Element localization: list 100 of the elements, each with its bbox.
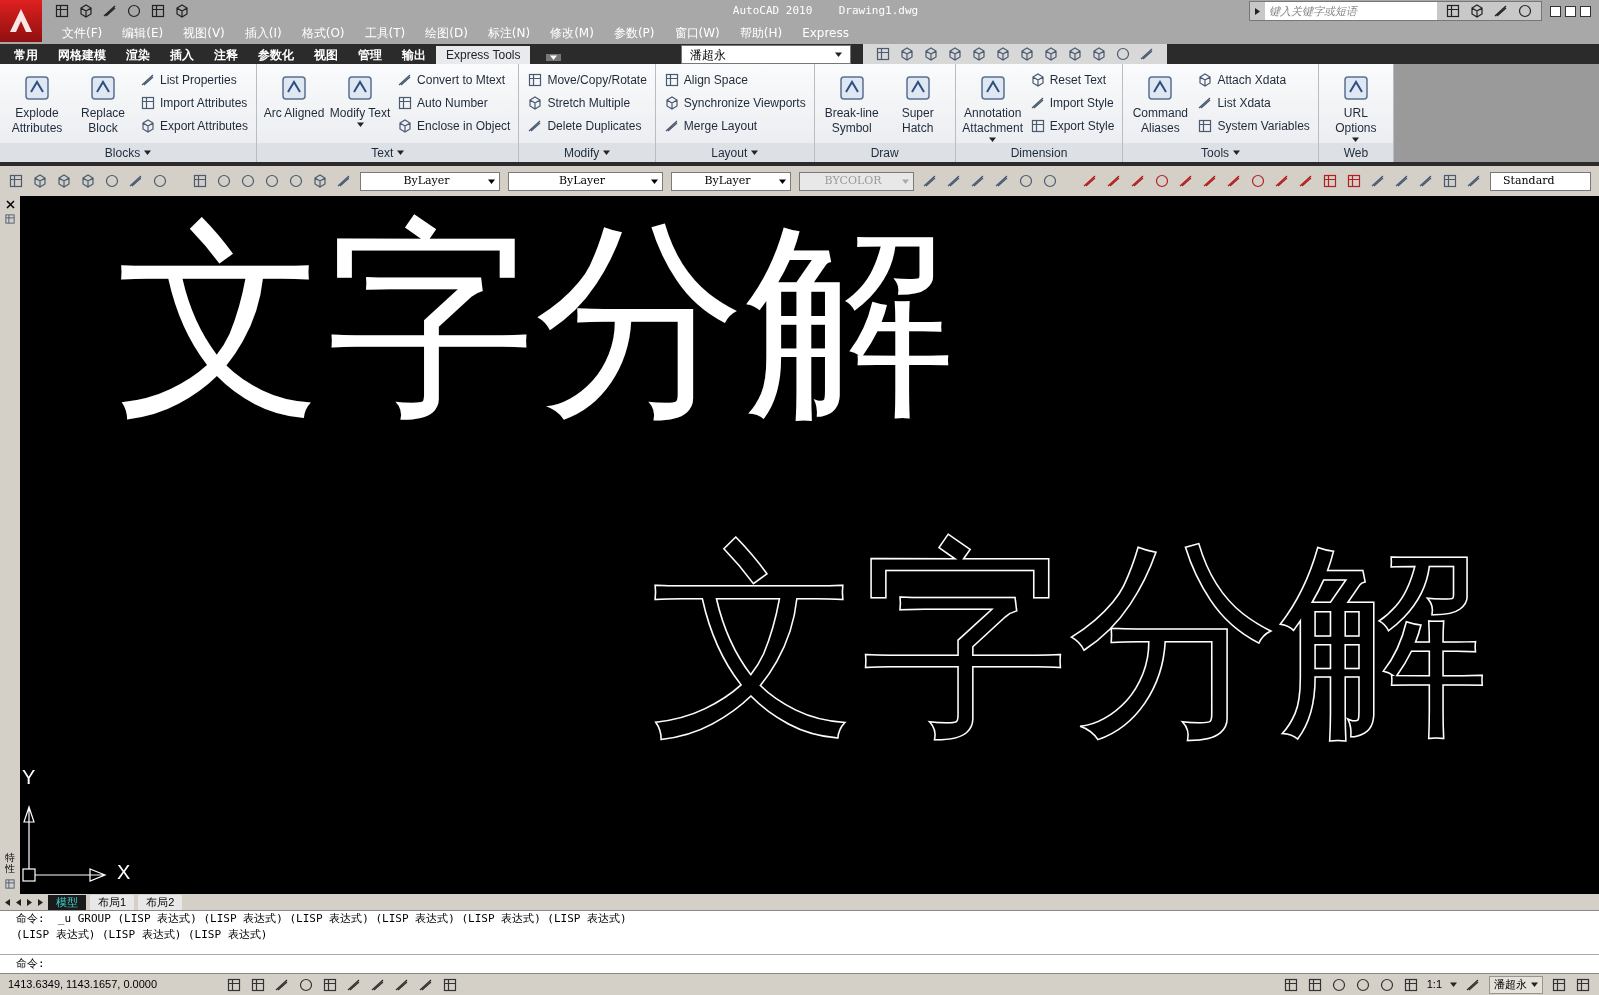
view-icon[interactable]: [947, 46, 964, 62]
ribbon-small-button[interactable]: Export Attributes: [136, 114, 253, 137]
toolbar-icon[interactable]: [1442, 173, 1458, 189]
view-icon[interactable]: [1115, 46, 1132, 62]
window-control-icon[interactable]: [1550, 5, 1561, 17]
ribbon-large-button[interactable]: Break-line Symbol: [818, 68, 885, 142]
status-icon[interactable]: [1330, 976, 1347, 993]
toolbar-icon[interactable]: [1394, 173, 1410, 189]
layout-tab[interactable]: 模型: [48, 894, 86, 910]
text-style-dropdown[interactable]: Standard: [1490, 171, 1591, 191]
panel-title-bar[interactable]: Layout: [655, 143, 814, 162]
ribbon-small-button[interactable]: Attach Xdata: [1193, 68, 1314, 91]
view-icon[interactable]: [1019, 46, 1036, 62]
annotation-scale[interactable]: 1:1: [1426, 976, 1442, 993]
ribbon-large-button[interactable]: Replace Block: [70, 68, 136, 142]
panel-title-bar[interactable]: Modify: [519, 143, 655, 162]
ribbon-tab[interactable]: 参数化: [248, 46, 304, 64]
toolbar-icon[interactable]: [922, 173, 938, 189]
ribbon-small-button[interactable]: Import Style: [1025, 91, 1119, 114]
ribbon-small-button[interactable]: Move/Copy/Rotate: [523, 68, 651, 91]
panel-title-bar[interactable]: Dimension: [955, 143, 1123, 162]
view-icon[interactable]: [1067, 46, 1084, 62]
ribbon-small-button[interactable]: Convert to Mtext: [393, 68, 515, 91]
ribbon-small-button[interactable]: Synchronize Viewports: [659, 91, 810, 114]
toolbar-icon[interactable]: [1082, 173, 1098, 189]
ribbon-small-button[interactable]: Delete Duplicates: [523, 114, 651, 137]
tool-icon[interactable]: [140, 117, 156, 134]
toolbar-icon[interactable]: [1298, 173, 1314, 189]
layout-tab[interactable]: 布局2: [138, 894, 183, 910]
palette-icon[interactable]: [4, 213, 16, 225]
view-icon[interactable]: [1043, 46, 1060, 62]
ribbon-small-button[interactable]: Merge Layout: [659, 114, 810, 137]
ribbon-tab[interactable]: 视图: [304, 46, 348, 64]
status-toggle-icon[interactable]: [442, 976, 458, 993]
toolbar-icon[interactable]: [80, 173, 96, 189]
drawing-canvas[interactable]: 文字分解 文字分解 Y X: [20, 196, 1599, 894]
ribbon-small-button[interactable]: Stretch Multiple: [523, 91, 651, 114]
workspace-menu-button[interactable]: 潘超永: [1489, 975, 1543, 994]
toolbar-icon[interactable]: [54, 3, 70, 19]
panel-title-bar[interactable]: Blocks: [0, 143, 257, 162]
view-icon[interactable]: [923, 46, 940, 62]
app-logo[interactable]: [0, 0, 42, 42]
toolbar-icon[interactable]: [1346, 173, 1362, 189]
workspace-dropdown[interactable]: 潘超永: [681, 45, 852, 64]
toolbar-icon[interactable]: [1178, 173, 1194, 189]
ribbon-tab[interactable]: 管理: [348, 46, 392, 64]
toolbar-icon[interactable]: [1106, 173, 1122, 189]
ribbon-small-button[interactable]: Enclose in Object: [393, 114, 515, 137]
panel-title-bar[interactable]: Text: [257, 143, 519, 162]
toolbar-icon[interactable]: [1226, 173, 1242, 189]
status-icon[interactable]: [1354, 976, 1371, 993]
status-icon[interactable]: [1575, 976, 1591, 993]
toolbar-icon[interactable]: [192, 173, 208, 189]
ribbon-small-button[interactable]: List Xdata: [1193, 91, 1314, 114]
window-control-icon[interactable]: [1580, 5, 1591, 17]
ribbon-large-button[interactable]: Modify Text: [327, 68, 394, 142]
ribbon-small-button[interactable]: System Variables: [1193, 114, 1314, 137]
ribbon-large-button[interactable]: Command Aliases: [1127, 68, 1194, 142]
tool-icon[interactable]: [1029, 71, 1046, 88]
close-icon[interactable]: [5, 200, 15, 209]
toolbar-icon[interactable]: [946, 173, 962, 189]
status-toggle-icon[interactable]: [298, 976, 314, 993]
status-icon[interactable]: [1378, 976, 1395, 993]
toolbar-icon[interactable]: [1370, 173, 1386, 189]
ribbon-tab[interactable]: 常用: [4, 46, 48, 64]
toolbar-icon[interactable]: [336, 173, 352, 189]
tool-icon[interactable]: [1197, 117, 1214, 134]
ribbon-small-button[interactable]: List Properties: [136, 68, 253, 91]
ribbon-large-button[interactable]: Super Hatch: [884, 68, 951, 142]
status-icon[interactable]: [1402, 976, 1419, 993]
toolbar-icon[interactable]: [1466, 173, 1482, 189]
toolbar-icon[interactable]: [32, 173, 48, 189]
ribbon-small-button[interactable]: Import Attributes: [136, 91, 253, 114]
panel-title-bar[interactable]: Draw: [814, 143, 955, 162]
toolbar-icon[interactable]: [1322, 173, 1338, 189]
toolbar-icon[interactable]: [126, 3, 142, 19]
ribbon-tab[interactable]: 输出: [392, 46, 436, 64]
view-icon[interactable]: [899, 46, 916, 62]
ribbon-small-button[interactable]: Export Style: [1025, 114, 1119, 137]
panel-title-bar[interactable]: Web: [1318, 143, 1393, 162]
property-dropdown[interactable]: ByLayer: [360, 171, 500, 191]
ribbon-tab[interactable]: 注释: [204, 46, 248, 64]
ribbon-large-button[interactable]: URL Options: [1322, 68, 1389, 142]
layout-tab[interactable]: 布局1: [90, 894, 135, 910]
palette-icon[interactable]: [4, 878, 16, 890]
ribbon-small-button[interactable]: Auto Number: [393, 91, 515, 114]
ribbon-tab[interactable]: 插入: [160, 46, 204, 64]
toolbar-icon[interactable]: [56, 173, 72, 189]
tool-icon[interactable]: [397, 94, 414, 111]
tool-icon[interactable]: [140, 94, 156, 111]
view-icon[interactable]: [971, 46, 988, 62]
toolbar-icon[interactable]: [1202, 173, 1218, 189]
toolbar-icon[interactable]: [8, 173, 24, 189]
palette-label[interactable]: 特性: [5, 852, 15, 874]
toolbar-icon[interactable]: [128, 173, 144, 189]
ribbon-tab[interactable]: 渲染: [116, 46, 160, 64]
ribbon-small-button[interactable]: Reset Text: [1025, 68, 1119, 91]
toolbar-icon[interactable]: [174, 3, 190, 19]
view-icon[interactable]: [1091, 46, 1108, 62]
ribbon-tab[interactable]: Express Tools: [436, 46, 531, 64]
